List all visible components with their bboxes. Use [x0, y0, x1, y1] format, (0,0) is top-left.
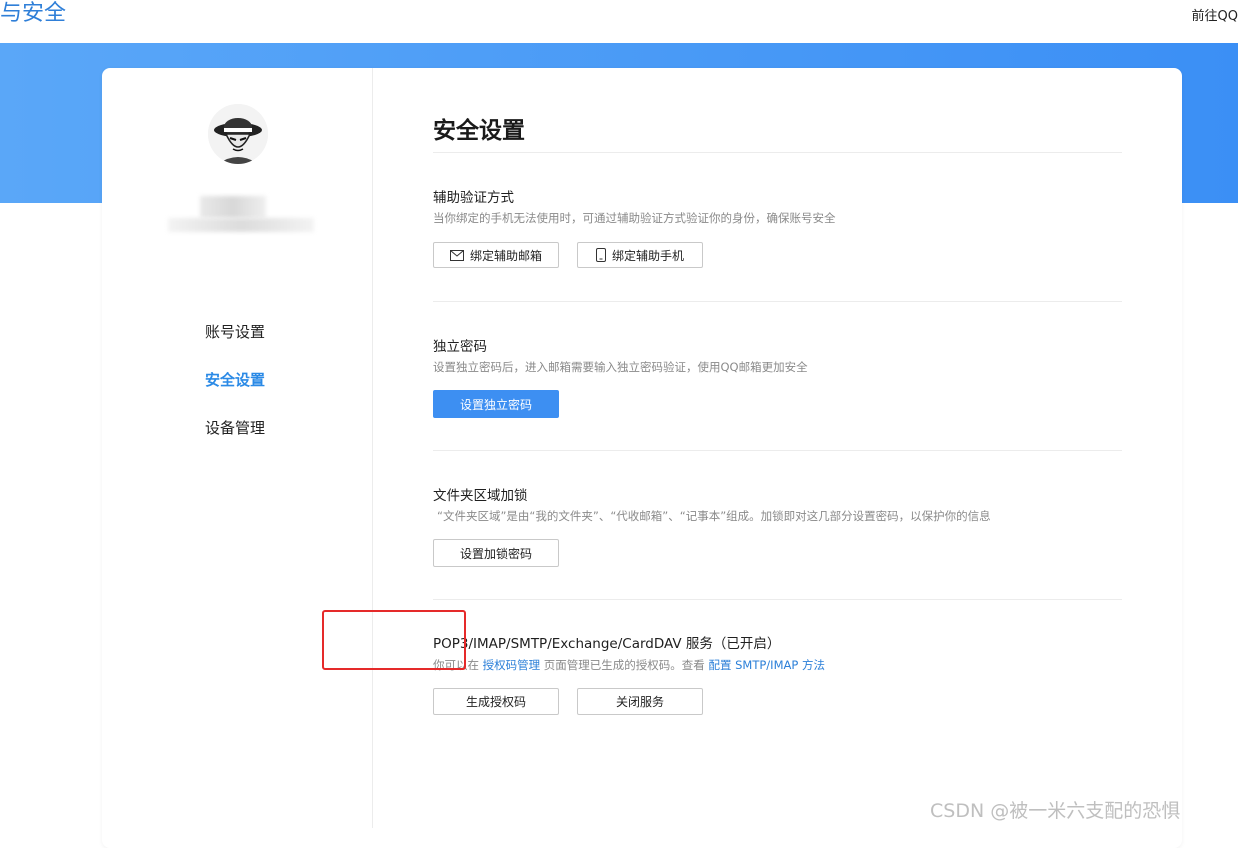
avatar[interactable] [208, 104, 268, 164]
generate-auth-code-button[interactable]: 生成授权码 [433, 688, 559, 715]
smtp-imap-config-link[interactable]: 配置 SMTP/IMAP 方法 [708, 658, 824, 672]
desc-text: 你可以在 [433, 658, 483, 672]
mail-icon [449, 249, 464, 261]
section-title-independent-password: 独立密码 [433, 339, 487, 355]
sidebar-nav: 账号设置 安全设置 设备管理 [205, 308, 265, 452]
section-desc-pop3-service: 你可以在 授权码管理 页面管理已生成的授权码。查看 配置 SMTP/IMAP 方… [433, 657, 825, 673]
goto-qq-link[interactable]: 前往QQ [1192, 5, 1238, 24]
brand-title: 与安全 [0, 1, 67, 26]
sidebar-item-security[interactable]: 安全设置 [205, 356, 265, 404]
close-service-button[interactable]: 关闭服务 [577, 688, 703, 715]
bind-aux-email-label: 绑定辅助邮箱 [469, 248, 542, 263]
top-bar: 与安全 前往QQ [0, 0, 1238, 44]
settings-card: 账号设置 安全设置 设备管理 安全设置 辅助验证方式 当你绑定的手机无法使用时，… [102, 68, 1182, 848]
watermark: CSDN @被一米六支配的恐惧 [930, 800, 1181, 822]
set-lock-password-button[interactable]: 设置加锁密码 [433, 539, 559, 567]
section-desc-independent-password: 设置独立密码后，进入邮箱需要输入独立密码验证，使用QQ邮箱更加安全 [433, 360, 808, 374]
bind-aux-phone-button[interactable]: 绑定辅助手机 [577, 242, 703, 268]
blurred-email [168, 218, 314, 232]
section-title-aux-verify: 辅助验证方式 [433, 190, 514, 206]
bind-aux-email-button[interactable]: 绑定辅助邮箱 [433, 242, 559, 268]
sidebar-item-devices[interactable]: 设备管理 [205, 404, 265, 452]
phone-icon [595, 248, 606, 262]
bind-aux-phone-label: 绑定辅助手机 [611, 248, 684, 263]
sidebar: 账号设置 安全设置 设备管理 [102, 68, 373, 828]
section-desc-folder-lock: “文件夹区域”是由“我的文件夹”、“代收邮箱”、“记事本”组成。加锁即对这几部分… [437, 509, 991, 523]
page-title: 安全设置 [433, 118, 525, 144]
section-desc-aux-verify: 当你绑定的手机无法使用时，可通过辅助验证方式验证你的身份，确保账号安全 [433, 211, 836, 225]
divider [433, 301, 1122, 302]
section-title-pop3-service: POP3/IMAP/SMTP/Exchange/CardDAV 服务（已开启） [433, 636, 781, 652]
divider [433, 152, 1122, 153]
blurred-username [200, 196, 266, 218]
divider [433, 450, 1122, 451]
divider [433, 599, 1122, 600]
set-independent-password-button[interactable]: 设置独立密码 [433, 390, 559, 418]
section-title-folder-lock: 文件夹区域加锁 [433, 488, 528, 504]
desc-text: 页面管理已生成的授权码。查看 [540, 658, 709, 672]
auth-code-manage-link[interactable]: 授权码管理 [483, 658, 541, 672]
sidebar-item-account[interactable]: 账号设置 [205, 308, 265, 356]
